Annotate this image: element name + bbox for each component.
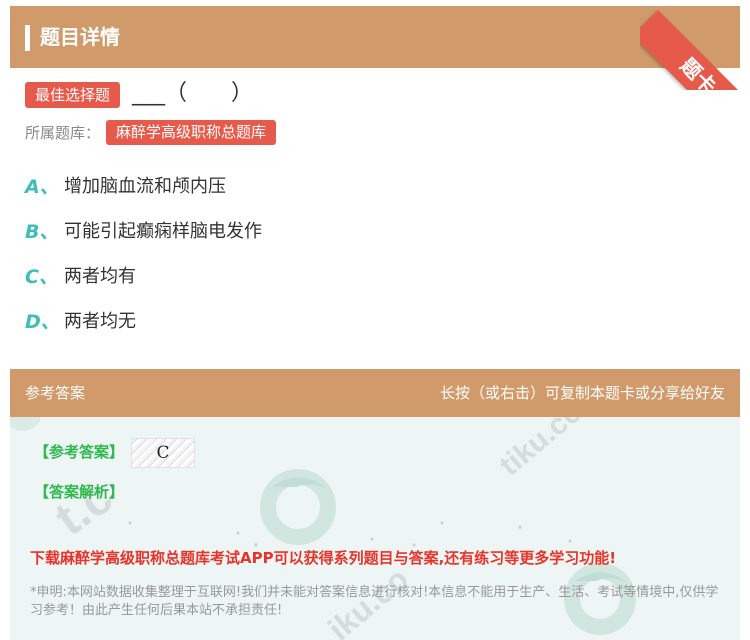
answer-section-body: t.c tiku.com iku.co 【参考答案】 C 【答案解析】 下载麻醉… — [10, 417, 740, 640]
bank-tag[interactable]: 麻醉学高级职称总题库 — [106, 120, 277, 145]
option-letter: B、 — [25, 221, 59, 243]
bank-label: 所属题库： — [25, 124, 101, 142]
option-text: 两者均无 — [64, 311, 136, 332]
answer-section-header: 参考答案 长按（或右击）可复制本题卡或分享给好友 — [10, 369, 740, 417]
answer-value-image: C — [131, 438, 195, 468]
answer-label: 【参考答案】 — [34, 443, 125, 461]
watermark-corner — [10, 417, 40, 431]
header-accent-bar — [25, 25, 30, 51]
svg-text:tiku.com: tiku.com — [493, 417, 609, 482]
option-letter: C、 — [25, 266, 58, 288]
ribbon-label: 题卡 — [640, 10, 750, 90]
share-hint: 长按（或右击）可复制本题卡或分享给好友 — [439, 384, 725, 402]
page-header: 题目详情 — [10, 6, 740, 68]
corner-ribbon: 题卡 — [640, 0, 750, 90]
question-stem: ___（ ） — [132, 81, 254, 106]
option-letter: A、 — [25, 176, 59, 198]
watermark-logo-hole — [276, 485, 320, 529]
page-title: 题目详情 — [40, 25, 120, 49]
disclaimer-text: *申明:本网站数据收集整理于互联网!我们并未能对答案信息进行核对!本信息不能用于… — [30, 585, 719, 618]
option-text: 两者均有 — [64, 266, 136, 287]
question-type-badge: 最佳选择题 — [25, 82, 121, 108]
answer-section-title: 参考答案 — [25, 384, 86, 402]
app-download-promo[interactable]: 下载麻醉学高级职称总题库考试APP可以获得系列题目与答案,还有练习等更多学习功能… — [30, 547, 616, 569]
explanation-label: 【答案解析】 — [34, 483, 125, 501]
option-letter: D、 — [25, 311, 60, 333]
option-text: 增加脑血流和颅内压 — [64, 176, 226, 197]
option-text: 可能引起癫痫样脑电发作 — [64, 221, 262, 242]
